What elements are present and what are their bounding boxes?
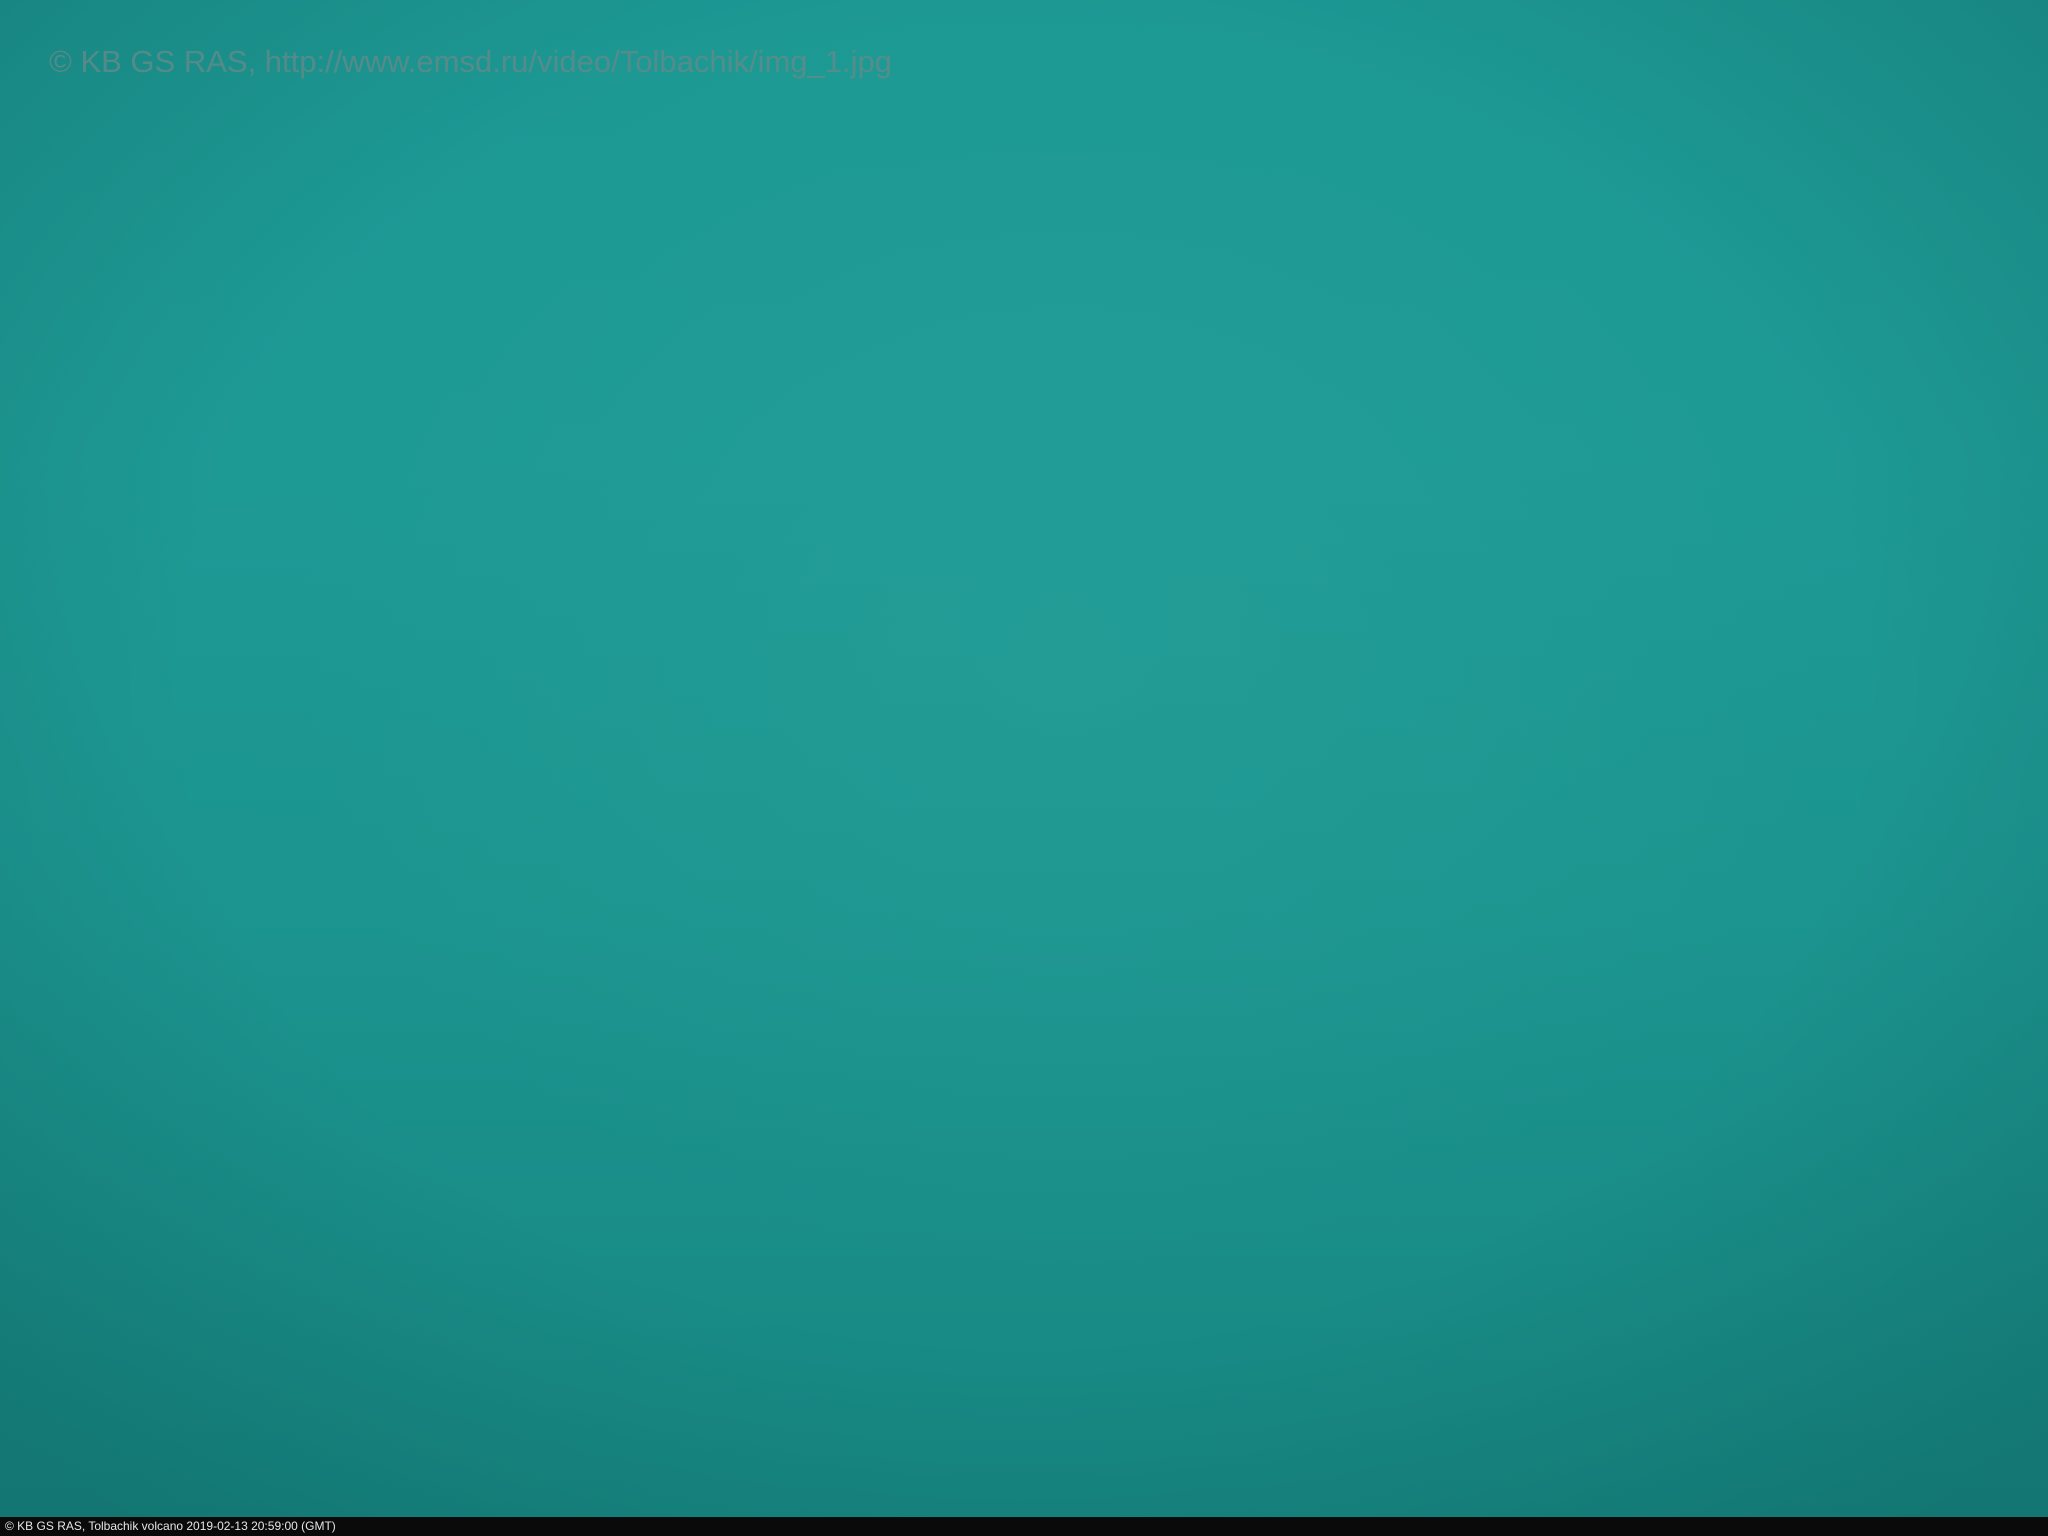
webcam-frame: © KB GS RAS, http://www.emsd.ru/video/To… xyxy=(0,0,2048,1536)
lens-vignette xyxy=(0,0,2048,1517)
caption-text: © KB GS RAS, Tolbachik volcano 2019-02-1… xyxy=(5,1519,336,1533)
caption-bar: © KB GS RAS, Tolbachik volcano 2019-02-1… xyxy=(0,1517,2048,1536)
watermark-overlay: © KB GS RAS, http://www.emsd.ru/video/To… xyxy=(49,44,892,79)
